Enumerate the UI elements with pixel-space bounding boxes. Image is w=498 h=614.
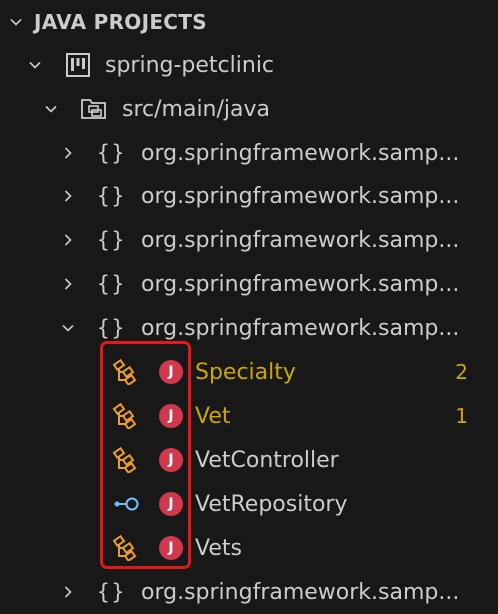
tree-item-class[interactable]: J Vet 1 [0,394,498,438]
java-projects-header[interactable]: JAVA PROJECTS [0,0,498,44]
project-board-icon [65,52,91,78]
tree-item-package[interactable]: {} org.springframework.samp... [0,174,498,218]
problem-count-badge: 1 [455,404,468,428]
tree-item-class[interactable]: J Specialty 2 [0,350,498,394]
chevron-down-icon[interactable] [43,101,59,117]
tree-item-source-folder[interactable]: src/main/java [0,87,498,131]
project-name: spring-petclinic [105,52,275,78]
chevron-down-icon[interactable] [27,57,43,73]
folder-package-icon [80,97,108,121]
class-hierarchy-icon [111,403,141,429]
chevron-right-icon[interactable] [60,145,76,161]
tree-item-interface[interactable]: J VetRepository [0,482,498,526]
package-icon: {} [97,316,127,340]
interface-icon [111,491,141,517]
source-folder-name: src/main/java [122,96,271,122]
tree-item-package[interactable]: {} org.springframework.samp... [0,131,498,175]
tree-item-package[interactable]: {} org.springframework.samp... [0,262,498,306]
tree-item-class[interactable]: J VetController [0,438,498,482]
package-label: org.springframework.samp... [141,315,460,341]
class-name: Vet [195,403,231,429]
tree-item-class[interactable]: J Vets [0,526,498,570]
tree-item-package-expanded[interactable]: {} org.springframework.samp... [0,306,498,350]
package-label: org.springframework.samp... [141,271,460,297]
tree-item-package[interactable]: {} org.springframework.samp... [0,218,498,262]
package-label: org.springframework.samp... [141,183,460,209]
java-file-badge: J [159,448,183,472]
package-icon: {} [97,184,127,208]
class-name: Vets [195,535,242,561]
class-hierarchy-icon [111,359,141,385]
tree-item-project[interactable]: spring-petclinic [0,43,498,87]
package-label: org.springframework.samp... [141,579,460,605]
chevron-down-icon[interactable] [60,320,76,336]
package-icon: {} [97,228,127,252]
package-icon: {} [97,272,127,296]
class-name: VetRepository [195,491,348,517]
section-title: JAVA PROJECTS [34,10,207,34]
problem-count-badge: 2 [455,360,468,384]
chevron-right-icon[interactable] [60,232,76,248]
java-file-badge: J [159,492,183,516]
class-hierarchy-icon [111,447,141,473]
package-icon: {} [97,580,127,604]
package-label: org.springframework.samp... [141,140,460,166]
tree-item-package[interactable]: {} org.springframework.samp... [0,570,498,614]
chevron-right-icon[interactable] [60,188,76,204]
java-file-badge: J [159,360,183,384]
java-file-badge: J [159,536,183,560]
class-hierarchy-icon [111,535,141,561]
java-file-badge: J [159,404,183,428]
package-label: org.springframework.samp... [141,227,460,253]
class-name: Specialty [195,359,296,385]
chevron-right-icon[interactable] [60,584,76,600]
chevron-down-icon[interactable] [8,14,24,30]
chevron-right-icon[interactable] [60,276,76,292]
class-name: VetController [195,447,339,473]
package-icon: {} [97,141,127,165]
